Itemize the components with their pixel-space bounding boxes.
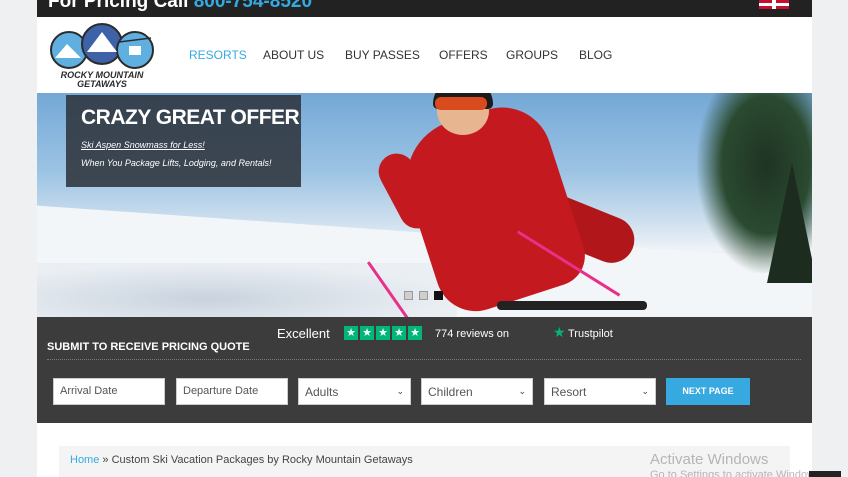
adults-value: Adults xyxy=(305,385,339,399)
resort-value: Resort xyxy=(551,385,587,399)
adults-select[interactable]: Adults ⌄ xyxy=(298,378,411,405)
resort-select[interactable]: Resort ⌄ xyxy=(544,378,656,405)
site-header: ROCKY MOUNTAIN GETAWAYS RESORTS ABOUT US… xyxy=(37,17,812,93)
star-icon xyxy=(360,325,374,341)
arrival-date-input[interactable]: Arrival Date xyxy=(53,378,165,405)
trustpilot-logo-icon: ★ xyxy=(553,325,566,341)
nav-offers[interactable]: OFFERS xyxy=(439,48,488,62)
taskbar-tray xyxy=(809,471,841,477)
slide-dot-2[interactable] xyxy=(419,291,428,300)
nav-about-us[interactable]: ABOUT US xyxy=(263,48,324,62)
site-logo[interactable]: ROCKY MOUNTAIN GETAWAYS xyxy=(49,22,155,90)
breadcrumb-separator: » xyxy=(102,454,109,466)
pricing-phone[interactable]: For Pricing Call 800-754-8520 xyxy=(48,0,312,13)
star-icon xyxy=(408,325,422,341)
nav-groups[interactable]: GROUPS xyxy=(506,48,558,62)
next-page-button[interactable]: NEXT PAGE xyxy=(666,378,750,405)
dotted-divider xyxy=(47,359,801,360)
slide-dot-3[interactable] xyxy=(434,291,443,300)
slide-dot-1[interactable] xyxy=(404,291,413,300)
trustpilot-brand: Trustpilot xyxy=(568,328,613,340)
star-icon xyxy=(344,325,358,341)
nav-blog[interactable]: BLOG xyxy=(579,48,612,62)
uk-flag-icon[interactable] xyxy=(759,0,789,9)
trustpilot-reviews: 774 reviews on xyxy=(435,328,509,340)
watermark-title: Activate Windows xyxy=(650,451,769,468)
hero-slider: CRAZY GREAT OFFER Ski Aspen Snowmass for… xyxy=(37,93,812,317)
chevron-down-icon: ⌄ xyxy=(518,387,526,397)
quote-title: SUBMIT TO RECEIVE PRICING QUOTE xyxy=(47,341,250,353)
phone-number[interactable]: 800-754-8520 xyxy=(194,0,312,12)
mountain-logo-icon xyxy=(50,23,154,69)
promo-box: CRAZY GREAT OFFER Ski Aspen Snowmass for… xyxy=(66,95,301,187)
breadcrumb-home[interactable]: Home xyxy=(70,454,99,466)
children-value: Children xyxy=(428,385,473,399)
departure-date-input[interactable]: Departure Date xyxy=(176,378,288,405)
chevron-down-icon: ⌄ xyxy=(641,387,649,397)
children-select[interactable]: Children ⌄ xyxy=(421,378,533,405)
breadcrumb-current: Custom Ski Vacation Packages by Rocky Mo… xyxy=(111,454,413,466)
promo-link[interactable]: Ski Aspen Snowmass for Less! xyxy=(81,140,205,150)
star-icon xyxy=(392,325,406,341)
star-icon xyxy=(376,325,390,341)
nav-buy-passes[interactable]: BUY PASSES xyxy=(345,48,420,62)
top-bar: For Pricing Call 800-754-8520 xyxy=(37,0,812,17)
quote-form: Excellent 774 reviews on ★ Trustpilot SU… xyxy=(37,317,812,423)
logo-line-2: GETAWAYS xyxy=(77,79,127,89)
chevron-down-icon: ⌄ xyxy=(396,387,404,397)
promo-subtitle: When You Package Lifts, Lodging, and Ren… xyxy=(81,158,272,168)
promo-title: CRAZY GREAT OFFER xyxy=(81,106,300,129)
watermark-subtitle: Go to Settings to activate Windows. xyxy=(650,469,824,477)
nav-resorts[interactable]: RESORTS xyxy=(189,48,247,62)
pricing-label: For Pricing Call xyxy=(48,0,189,12)
trustpilot-rating: Excellent xyxy=(277,326,330,341)
page: For Pricing Call 800-754-8520 ROCKY MOUN… xyxy=(37,0,812,477)
